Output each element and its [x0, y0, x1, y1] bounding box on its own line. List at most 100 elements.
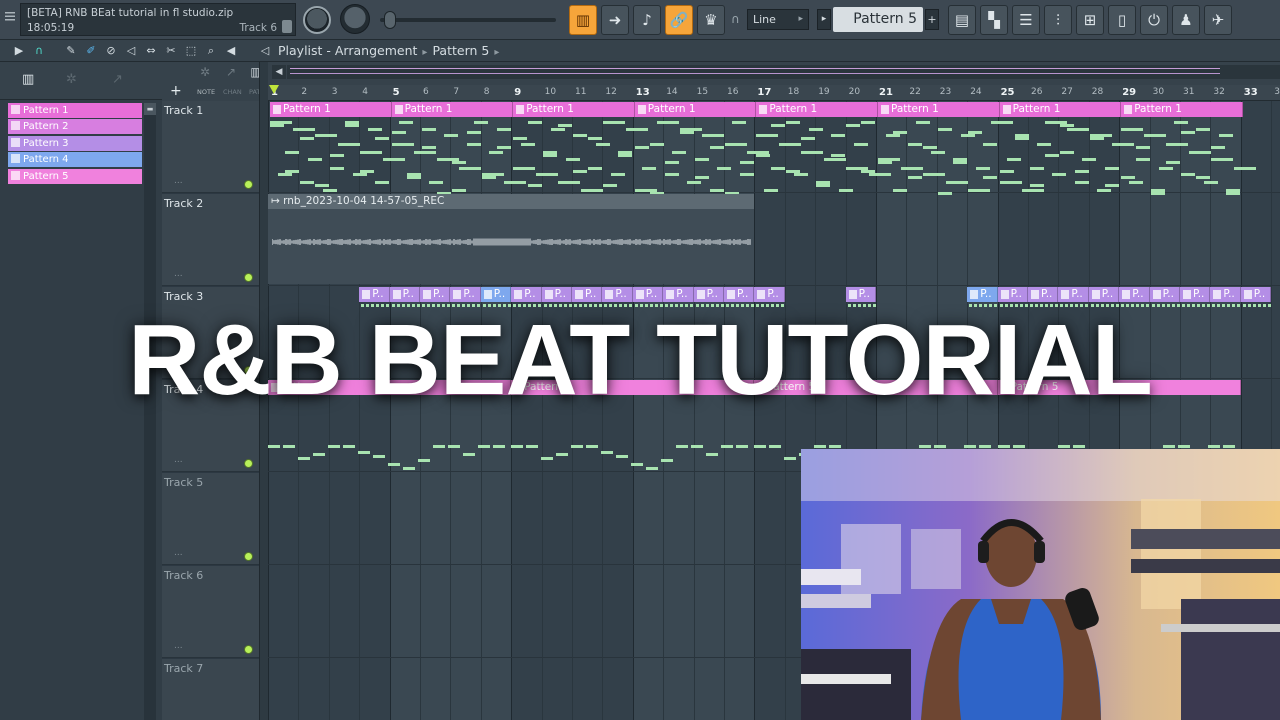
- automation-icon[interactable]: ↗: [220, 65, 242, 81]
- performance-button[interactable]: ♟: [1172, 5, 1200, 35]
- track-header[interactable]: Track 1...: [162, 101, 259, 193]
- pattern-selector[interactable]: Pattern 5: [833, 7, 923, 32]
- pattern-clip[interactable]: Pattern 1: [756, 102, 878, 117]
- pattern-item[interactable]: Pattern 2: [8, 119, 142, 135]
- pattern-clip[interactable]: Pattern 1: [270, 102, 392, 117]
- mute-icon[interactable]: ◁: [123, 43, 139, 59]
- pattern-clip[interactable]: P..: [1058, 287, 1089, 302]
- pattern-clip[interactable]: P..: [511, 287, 542, 302]
- pattern-clip[interactable]: Pattern 1: [1121, 102, 1243, 117]
- playlist-view-button[interactable]: ▤: [948, 5, 976, 35]
- pattern-clip[interactable]: P..: [1240, 287, 1272, 302]
- browser-button[interactable]: ⊞: [1076, 5, 1104, 35]
- pattern-clip[interactable]: P..: [845, 287, 876, 302]
- pattern-add-button[interactable]: +: [925, 9, 939, 30]
- render-button[interactable]: ✈: [1204, 5, 1232, 35]
- link-button[interactable]: 🔗: [665, 5, 693, 35]
- breadcrumb-pattern[interactable]: Pattern 5: [432, 43, 489, 58]
- wave-icon[interactable]: ✲: [66, 72, 77, 87]
- pattern-clip[interactable]: P..: [1180, 287, 1211, 302]
- speaker-icon[interactable]: ◀: [223, 43, 239, 59]
- pattern-clip[interactable]: P..: [1119, 287, 1150, 302]
- channel-rack-button[interactable]: ☰: [1012, 5, 1040, 35]
- menu-icon[interactable]: [5, 6, 15, 21]
- play-icon[interactable]: ▶: [11, 43, 27, 59]
- pattern-clip[interactable]: P..: [359, 287, 390, 302]
- audio-clip[interactable]: ↦ rnb_2023-10-04 14-57-05_REC: [268, 194, 754, 284]
- master-slider[interactable]: [380, 18, 556, 22]
- track-header[interactable]: Track 6...: [162, 566, 259, 658]
- delete-icon[interactable]: ⊘: [103, 43, 119, 59]
- pattern-clip[interactable]: P..: [997, 287, 1028, 302]
- pattern-clip[interactable]: P..: [632, 287, 664, 302]
- pattern-item[interactable]: Pattern 3: [8, 135, 142, 151]
- track-mute-led[interactable]: [244, 645, 253, 654]
- pattern-clip[interactable]: Pattern 1: [634, 102, 757, 117]
- timeline-ruler[interactable]: 1 2 3 4 5 6 7 8 9 10 11 12 13 14 15 16 17 18 19 20 21 22 23 24 2…: [268, 85, 1280, 101]
- metronome-button[interactable]: ♛: [697, 5, 725, 35]
- track-header[interactable]: Track 7...: [162, 659, 259, 720]
- scroll-left-icon[interactable]: ◀: [272, 65, 286, 79]
- pattern-clip[interactable]: Pattern 1: [391, 102, 514, 117]
- track-header[interactable]: Track 5...: [162, 473, 259, 565]
- master-volume-knob[interactable]: [303, 6, 331, 34]
- track-options-icon[interactable]: ...: [174, 455, 183, 465]
- playhead-marker[interactable]: [269, 85, 279, 94]
- speaker-menu-icon[interactable]: ◁: [257, 43, 273, 59]
- pattern-clip[interactable]: P..: [541, 287, 572, 302]
- slip-icon[interactable]: ⇔: [143, 43, 159, 59]
- pattern-item[interactable]: Pattern 5: [8, 168, 142, 184]
- wave-icon[interactable]: ✲: [194, 65, 216, 81]
- pattern-clip[interactable]: P..: [1210, 287, 1241, 302]
- pattern-clip[interactable]: P..: [663, 287, 694, 302]
- pattern-item[interactable]: Pattern 4: [8, 152, 142, 168]
- track-mute-led[interactable]: [244, 180, 253, 189]
- step-button[interactable]: ♪: [633, 5, 661, 35]
- pattern-clip[interactable]: P..: [754, 287, 785, 302]
- slice-icon[interactable]: ✂: [163, 43, 179, 59]
- piano-roll-view-button[interactable]: ▚: [980, 5, 1008, 35]
- paint-icon[interactable]: ✐: [83, 43, 99, 59]
- pattern-clip[interactable]: Pattern 1: [513, 102, 635, 117]
- automation-icon[interactable]: ↗: [112, 72, 123, 87]
- pattern-clip[interactable]: P..: [602, 287, 633, 302]
- pattern-clip[interactable]: P..: [1028, 287, 1059, 302]
- pattern-clip[interactable]: P..: [572, 287, 603, 302]
- breadcrumb-playlist[interactable]: Playlist - Arrangement: [278, 43, 417, 58]
- pattern-clip[interactable]: P..: [724, 287, 755, 302]
- pattern-clip[interactable]: P..: [480, 287, 512, 302]
- slider-handle[interactable]: [384, 11, 396, 29]
- overview-scrollbar[interactable]: [287, 65, 1280, 79]
- pencil-icon[interactable]: ✎: [63, 43, 79, 59]
- track-mute-led[interactable]: [244, 459, 253, 468]
- piano-roll-button[interactable]: ▥: [569, 5, 597, 35]
- pattern-item[interactable]: Pattern 1: [8, 103, 142, 118]
- playlist-arrow-button[interactable]: ➜: [601, 5, 629, 35]
- snap-select[interactable]: Line ▸: [747, 9, 809, 30]
- track-mute-led[interactable]: [244, 552, 253, 561]
- scroll-up-icon[interactable]: ▬: [144, 103, 156, 115]
- master-pitch-knob[interactable]: [340, 4, 370, 34]
- pattern-clip[interactable]: Pattern 1: [878, 102, 1000, 117]
- pattern-clip[interactable]: P..: [693, 287, 724, 302]
- pattern-prev-button[interactable]: ▸: [817, 9, 831, 30]
- track-options-icon[interactable]: ...: [174, 269, 183, 279]
- track-options-icon[interactable]: ...: [174, 548, 183, 558]
- track-options-icon[interactable]: ...: [174, 641, 183, 651]
- pattern-clip[interactable]: P..: [389, 287, 420, 302]
- magnet-icon[interactable]: ∩: [31, 43, 47, 59]
- pattern-clip[interactable]: P..: [1149, 287, 1180, 302]
- project-info-button[interactable]: ▯: [1108, 5, 1136, 35]
- track-options-icon[interactable]: ...: [174, 176, 183, 186]
- zoom-icon[interactable]: ⌕: [203, 43, 219, 59]
- add-icon[interactable]: +: [170, 83, 182, 99]
- pattern-clip[interactable]: P..: [450, 287, 481, 302]
- plugin-database-button[interactable]: ⏻: [1140, 5, 1168, 35]
- piano-icon[interactable]: ▥: [22, 72, 34, 87]
- pattern-clip[interactable]: P..: [420, 287, 451, 302]
- track-header[interactable]: Track 2...: [162, 194, 259, 286]
- mixer-button[interactable]: ⫶: [1044, 5, 1072, 35]
- pattern-clip[interactable]: Pattern 1: [999, 102, 1122, 117]
- pattern-clip[interactable]: P..: [967, 287, 998, 302]
- track-mute-led[interactable]: [244, 273, 253, 282]
